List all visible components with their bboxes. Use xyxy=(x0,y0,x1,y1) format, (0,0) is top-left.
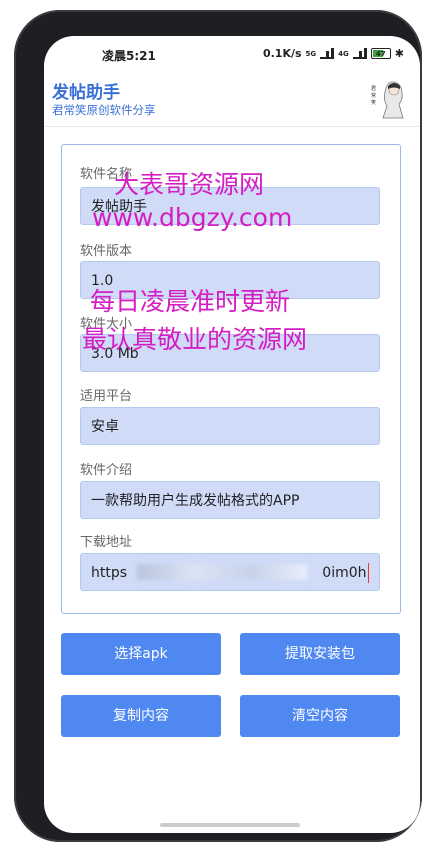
signal-4g-label: 4G xyxy=(338,49,349,58)
size-label: 软件大小 xyxy=(80,317,133,332)
extract-package-button[interactable]: 提取安装包 xyxy=(240,633,400,675)
url-end: 0im0h xyxy=(322,554,369,592)
url-blurred xyxy=(137,564,307,580)
version-field[interactable]: 1.0 xyxy=(80,261,380,299)
screen: 凌晨5:21 0.1K/s 5G 4G 47 ✱ 发帖助手 君常笑原创软件分享 … xyxy=(44,36,420,833)
url-suffix: 0im0h xyxy=(322,565,367,581)
svg-text:君: 君 xyxy=(371,86,376,92)
platform-label: 适用平台 xyxy=(80,389,133,404)
platform-field[interactable]: 安卓 xyxy=(80,407,380,445)
home-indicator[interactable] xyxy=(160,823,300,827)
url-prefix: https xyxy=(91,565,128,581)
status-bar: 凌晨5:21 0.1K/s 5G 4G 47 ✱ xyxy=(44,36,420,70)
svg-text:常: 常 xyxy=(371,92,376,99)
battery-icon: 47 xyxy=(370,48,391,59)
name-field[interactable]: 发帖助手 xyxy=(80,187,380,225)
version-label: 软件版本 xyxy=(80,244,133,259)
url-label: 下载地址 xyxy=(80,535,133,550)
text-cursor xyxy=(367,563,369,583)
select-apk-button[interactable]: 选择apk xyxy=(61,633,221,675)
signal-icon xyxy=(320,48,335,59)
avatar[interactable]: 君 常 笑 xyxy=(368,76,412,120)
app-header: 发帖助手 君常笑原创软件分享 君 常 笑 xyxy=(44,70,420,127)
battery-level: 47 xyxy=(375,50,386,58)
status-time: 凌晨5:21 xyxy=(102,49,156,63)
intro-field[interactable]: 一款帮助用户生成发帖格式的APP xyxy=(80,481,380,519)
copy-content-button[interactable]: 复制内容 xyxy=(61,695,221,737)
form-panel: 软件名称 发帖助手 软件版本 1.0 软件大小 3.0 Mb 适用平台 安卓 软… xyxy=(61,144,401,614)
url-field[interactable]: https 0im0h xyxy=(80,553,380,591)
size-field[interactable]: 3.0 Mb xyxy=(80,334,380,372)
network-speed: 0.1K/s xyxy=(262,47,302,60)
intro-label: 软件介绍 xyxy=(80,463,133,478)
clear-content-button[interactable]: 清空内容 xyxy=(240,695,400,737)
signal-icon-2 xyxy=(352,48,367,59)
app-subtitle: 君常笑原创软件分享 xyxy=(52,103,156,117)
name-label: 软件名称 xyxy=(80,167,133,182)
bluetooth-icon: ✱ xyxy=(394,47,404,60)
status-icons: 0.1K/s 5G 4G 47 ✱ xyxy=(263,47,404,60)
svg-text:笑: 笑 xyxy=(371,99,376,106)
signal-5g-label: 5G xyxy=(305,49,317,58)
app-title: 发帖助手 xyxy=(52,83,120,103)
phone-frame: 凌晨5:21 0.1K/s 5G 4G 47 ✱ 发帖助手 君常笑原创软件分享 … xyxy=(14,10,422,842)
